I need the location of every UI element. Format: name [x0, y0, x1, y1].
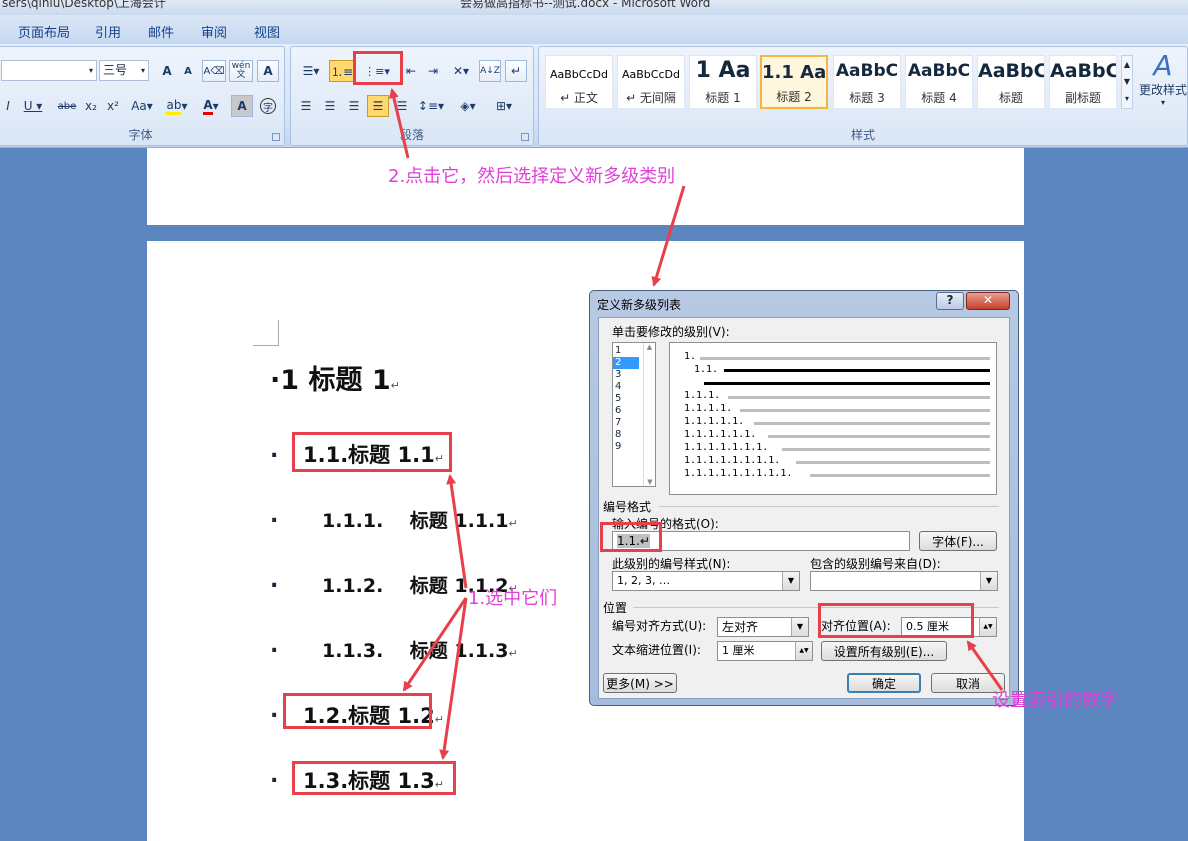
arrow-to-heading-1-3	[439, 597, 468, 760]
arrow-to-heading-1-2	[402, 597, 468, 692]
arrow-to-aligned-at	[966, 640, 1004, 691]
arrow-to-dialog	[651, 185, 686, 287]
arrow-to-heading-1-1	[446, 474, 468, 589]
arrow-to-multilevel-button	[388, 88, 410, 159]
annotation-arrows	[388, 88, 1004, 760]
